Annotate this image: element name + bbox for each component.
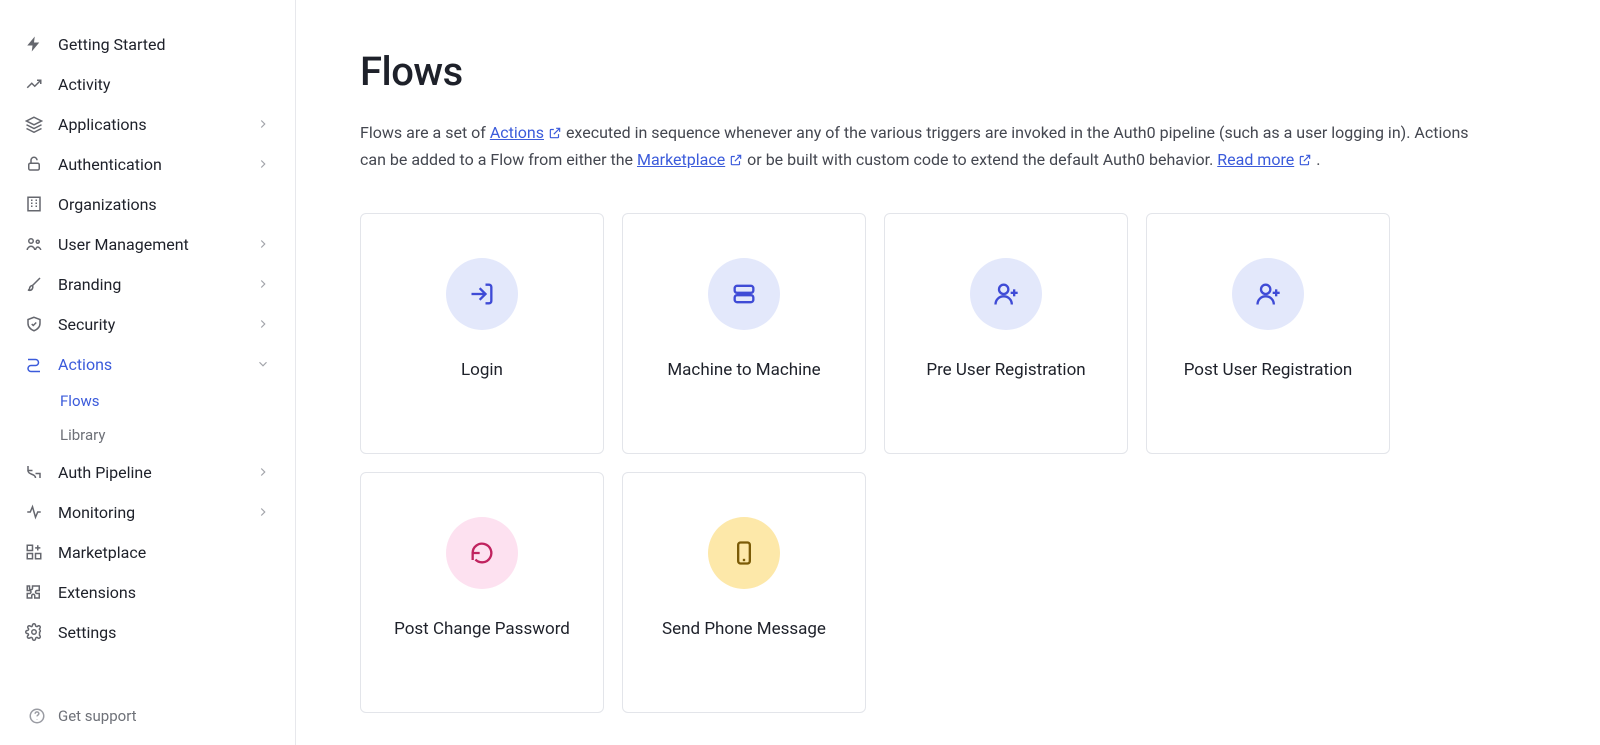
bolt-icon: [24, 34, 44, 54]
sidebar-item-security[interactable]: Security: [12, 304, 283, 344]
flow-card-send-phone-message[interactable]: Send Phone Message: [622, 472, 866, 713]
shield-icon: [24, 314, 44, 334]
flow-card-title: Post Change Password: [374, 617, 590, 643]
chevron-right-icon: [255, 276, 271, 292]
support-label: Get support: [58, 707, 137, 725]
chevron-down-icon: [255, 356, 271, 372]
flows-grid: Login Machine to Machine Pre User Regist…: [360, 213, 1536, 713]
external-link-icon: [729, 153, 743, 167]
sidebar-item-label: Extensions: [58, 583, 136, 602]
sidebar-sub-label: Flows: [60, 392, 100, 410]
get-support-link[interactable]: Get support: [12, 695, 283, 733]
flow-card-title: Send Phone Message: [642, 617, 846, 643]
sidebar-item-applications[interactable]: Applications: [12, 104, 283, 144]
flow-card-title: Pre User Registration: [906, 358, 1105, 384]
chevron-right-icon: [255, 316, 271, 332]
sidebar-item-label: Branding: [58, 275, 121, 294]
gear-icon: [24, 622, 44, 642]
sidebar-item-extensions[interactable]: Extensions: [12, 572, 283, 612]
sidebar-item-label: Organizations: [58, 195, 157, 214]
nav-list: Getting Started Activity Applications: [12, 24, 283, 652]
actions-link[interactable]: Actions: [490, 123, 562, 142]
sidebar-item-user-management[interactable]: User Management: [12, 224, 283, 264]
sidebar-item-activity[interactable]: Activity: [12, 64, 283, 104]
sidebar-item-label: Getting Started: [58, 35, 166, 54]
page-title: Flows: [360, 48, 1536, 95]
sidebar-item-label: Actions: [58, 355, 112, 374]
lock-icon: [24, 154, 44, 174]
external-link-icon: [548, 126, 562, 140]
rotate-icon: [446, 517, 518, 589]
flow-card-post-user-reg[interactable]: Post User Registration: [1146, 213, 1390, 454]
main-content: Flows Flows are a set of Actions execute…: [296, 0, 1600, 745]
sidebar-item-label: Applications: [58, 115, 147, 134]
sidebar-item-label: Marketplace: [58, 543, 146, 562]
sidebar-sub-flows[interactable]: Flows: [60, 384, 283, 418]
stack-icon: [24, 114, 44, 134]
flow-card-title: Login: [441, 358, 523, 384]
sidebar-item-marketplace[interactable]: Marketplace: [12, 532, 283, 572]
sidebar-sub-library[interactable]: Library: [60, 418, 283, 452]
flow-card-login[interactable]: Login: [360, 213, 604, 454]
sidebar-item-monitoring[interactable]: Monitoring: [12, 492, 283, 532]
sidebar-item-branding[interactable]: Branding: [12, 264, 283, 304]
sidebar-item-authentication[interactable]: Authentication: [12, 144, 283, 184]
sidebar-item-label: Authentication: [58, 155, 162, 174]
sidebar-item-label: Monitoring: [58, 503, 135, 522]
pulse-icon: [24, 502, 44, 522]
sidebar-item-getting-started[interactable]: Getting Started: [12, 24, 283, 64]
chevron-right-icon: [255, 236, 271, 252]
sidebar-item-label: Activity: [58, 75, 110, 94]
user-plus-icon: [1232, 258, 1304, 330]
pipeline-icon: [24, 462, 44, 482]
sidebar-sub-label: Library: [60, 426, 105, 444]
puzzle-icon: [24, 582, 44, 602]
phone-icon: [708, 517, 780, 589]
user-plus-icon: [970, 258, 1042, 330]
read-more-link[interactable]: Read more: [1217, 150, 1312, 169]
chevron-right-icon: [255, 464, 271, 480]
grid-plus-icon: [24, 542, 44, 562]
sidebar-item-actions[interactable]: Actions: [12, 344, 283, 384]
server-icon: [708, 258, 780, 330]
sidebar: Getting Started Activity Applications: [0, 0, 296, 745]
chevron-right-icon: [255, 116, 271, 132]
sidebar-item-label: Settings: [58, 623, 116, 642]
sidebar-sub-actions: Flows Library: [12, 384, 283, 452]
help-icon: [28, 707, 46, 725]
sidebar-item-label: User Management: [58, 235, 189, 254]
chevron-right-icon: [255, 156, 271, 172]
sidebar-item-label: Security: [58, 315, 115, 334]
building-icon: [24, 194, 44, 214]
login-icon: [446, 258, 518, 330]
flow-card-m2m[interactable]: Machine to Machine: [622, 213, 866, 454]
flow-card-title: Machine to Machine: [647, 358, 840, 384]
flow-icon: [24, 354, 44, 374]
sidebar-item-label: Auth Pipeline: [58, 463, 152, 482]
sidebar-item-settings[interactable]: Settings: [12, 612, 283, 652]
users-icon: [24, 234, 44, 254]
sidebar-item-organizations[interactable]: Organizations: [12, 184, 283, 224]
brush-icon: [24, 274, 44, 294]
chevron-right-icon: [255, 504, 271, 520]
marketplace-link[interactable]: Marketplace: [637, 150, 743, 169]
page-description: Flows are a set of Actions executed in s…: [360, 119, 1480, 173]
flow-card-title: Post User Registration: [1164, 358, 1373, 384]
flow-card-pre-user-reg[interactable]: Pre User Registration: [884, 213, 1128, 454]
flow-card-post-change-password[interactable]: Post Change Password: [360, 472, 604, 713]
chart-line-icon: [24, 74, 44, 94]
sidebar-item-auth-pipeline[interactable]: Auth Pipeline: [12, 452, 283, 492]
external-link-icon: [1298, 153, 1312, 167]
